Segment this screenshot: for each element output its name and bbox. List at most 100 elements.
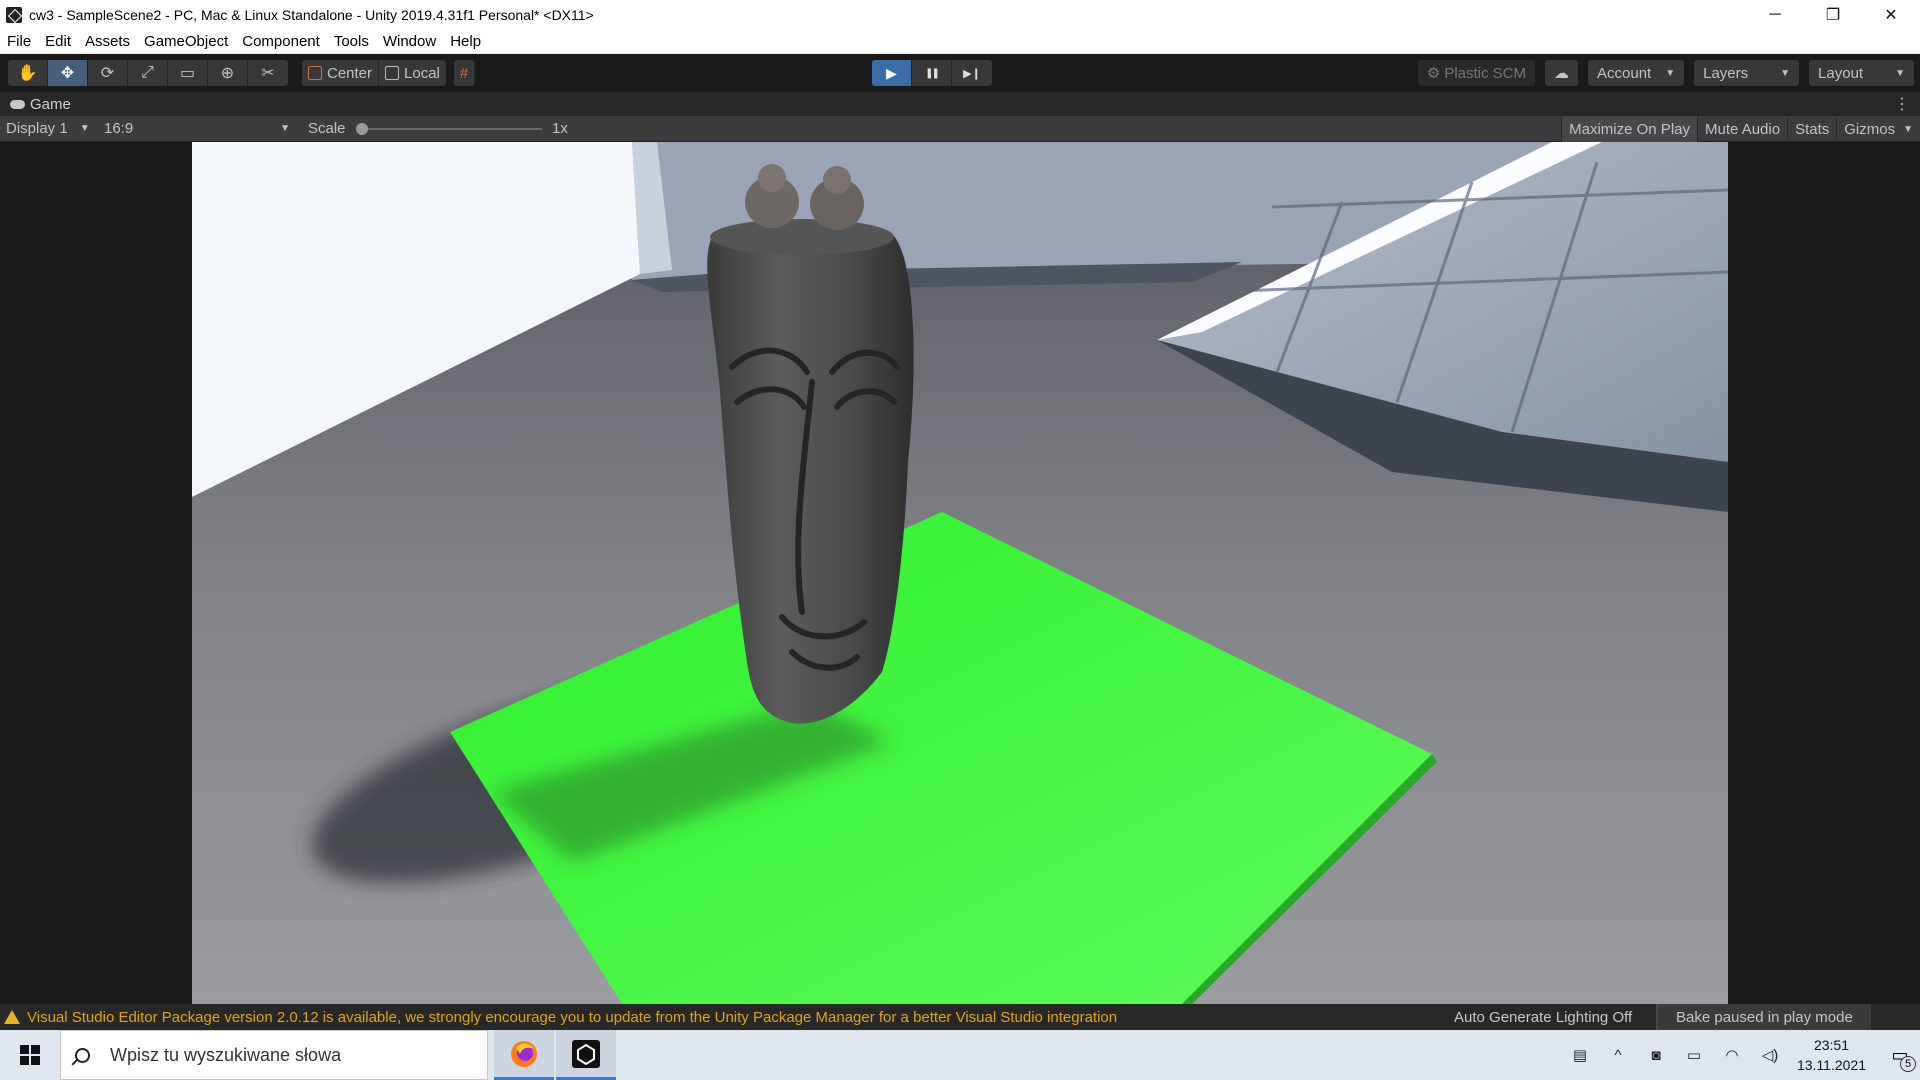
pivot-tools: Center Local #: [302, 60, 476, 86]
play-controls: ▶ ❚❚ ▶❙: [872, 60, 992, 86]
layout-dropdown[interactable]: Layout ▼: [1809, 60, 1914, 86]
search-icon: [75, 1047, 90, 1063]
tab-menu-icon[interactable]: ⋮: [1894, 94, 1910, 114]
display-label: Display 1: [6, 120, 68, 137]
game-view-options: Maximize On Play Mute Audio Stats Gizmos…: [1561, 116, 1920, 142]
toolbar-right: ⚙ Plastic SCM ☁ Account ▼ Layers ▼ Layout ▼: [1417, 60, 1920, 86]
scene-render: [192, 142, 1728, 1004]
transform-tool-icon: ⊕: [220, 65, 235, 82]
close-button[interactable]: ✕: [1862, 0, 1920, 29]
taskbar-firefox[interactable]: [494, 1030, 554, 1080]
layout-label: Layout: [1818, 64, 1864, 82]
search-placeholder: Wpisz tu wyszukiwane słowa: [110, 1044, 342, 1065]
stats-toggle[interactable]: Stats: [1787, 116, 1836, 142]
aspect-dropdown[interactable]: 16:9 ▼: [98, 116, 296, 142]
custom-tool-button[interactable]: ✂: [248, 60, 288, 86]
account-label: Account: [1597, 64, 1652, 82]
clock-date: 13.11.2021: [1796, 1057, 1866, 1073]
chevron-down-icon: ▼: [1895, 67, 1905, 79]
menu-edit[interactable]: Edit: [38, 33, 78, 50]
notification-center-button[interactable]: ▭ 5: [1880, 1030, 1920, 1080]
pivot-local-button[interactable]: Local: [379, 60, 446, 86]
game-viewport[interactable]: [192, 142, 1728, 1004]
system-tray: ▤ ^ ◙ ▭ ◠ ◁) 23:51 13.11.2021 ▭ 5: [1561, 1030, 1920, 1080]
gizmos-label: Gizmos: [1844, 120, 1896, 138]
main-toolbar: ✋ ✥ ⟳ ⤢ ▭ ⊕ ✂ Center Local # ▶ ❚❚ ▶❙ ⚙ P…: [0, 54, 1920, 92]
chevron-down-icon: ▼: [79, 123, 90, 134]
hand-tool-icon: ✋: [17, 65, 38, 82]
battery-icon[interactable]: ▭: [1683, 1047, 1705, 1064]
restore-button[interactable]: ❐: [1804, 0, 1862, 29]
warning-icon: [4, 1010, 20, 1024]
taskbar-clock[interactable]: 23:51 13.11.2021: [1797, 1035, 1866, 1075]
grid-icon: #: [459, 64, 469, 82]
scale-label: Scale: [308, 120, 346, 137]
console-warning[interactable]: Visual Studio Editor Package version 2.0…: [27, 1009, 1117, 1026]
window-controls: ─ ❐ ✕: [1746, 0, 1920, 29]
lighting-status: Auto Generate Lighting Off: [1454, 1008, 1633, 1026]
maximize-on-play-toggle[interactable]: Maximize On Play: [1561, 116, 1697, 142]
menu-assets[interactable]: Assets: [78, 33, 137, 50]
step-button[interactable]: ▶❙: [952, 60, 992, 86]
wifi-icon[interactable]: ◠: [1721, 1047, 1743, 1064]
mute-audio-toggle[interactable]: Mute Audio: [1697, 116, 1787, 142]
transform-tool-button[interactable]: ⊕: [208, 60, 248, 86]
scale-slider-track[interactable]: [362, 128, 542, 130]
menu-bar: File Edit Assets GameObject Component To…: [0, 29, 1920, 54]
minimize-button[interactable]: ─: [1746, 0, 1804, 29]
scale-tool-icon: ⤢: [141, 64, 154, 81]
maximize-on-play-label: Maximize On Play: [1569, 120, 1690, 138]
firefox-icon: [511, 1040, 537, 1067]
grid-snap-button[interactable]: #: [453, 60, 476, 86]
layers-dropdown[interactable]: Layers ▼: [1694, 60, 1800, 86]
aspect-label: 16:9: [104, 120, 134, 137]
menu-file[interactable]: File: [0, 33, 38, 50]
menu-tools[interactable]: Tools: [327, 33, 376, 50]
display-dropdown[interactable]: Display 1 ▼: [0, 116, 98, 142]
game-view-toolbar: Display 1 ▼ 16:9 ▼ Scale 1x Maximize On Pl…: [0, 116, 1920, 142]
camera-icon[interactable]: ◙: [1645, 1047, 1667, 1064]
rect-tool-button[interactable]: ▭: [168, 60, 208, 86]
bake-status-label: Bake paused in play mode: [1676, 1008, 1853, 1026]
move-tool-icon: ✥: [60, 65, 75, 82]
tab-game[interactable]: Game: [0, 96, 71, 113]
rotate-tool-icon: ⟳: [100, 65, 115, 82]
menu-component[interactable]: Component: [235, 33, 327, 50]
rotate-tool-button[interactable]: ⟳: [88, 60, 128, 86]
scale-tool-button[interactable]: ⤢: [128, 60, 168, 86]
stats-label: Stats: [1795, 120, 1830, 138]
plastic-scm-icon: ⚙: [1426, 65, 1441, 82]
layers-label: Layers: [1703, 64, 1749, 82]
play-button[interactable]: ▶: [872, 60, 912, 86]
cloud-button[interactable]: ☁: [1545, 60, 1578, 86]
taskbar-search-input[interactable]: Wpisz tu wyszukiwane słowa: [60, 1030, 488, 1080]
taskbar-unity[interactable]: [556, 1030, 616, 1080]
gizmos-dropdown[interactable]: Gizmos ▼: [1836, 116, 1920, 142]
window-title: cw3 - SampleScene2 - PC, Mac & Linux Sta…: [29, 6, 594, 23]
chevron-down-icon: ▼: [1665, 67, 1676, 79]
account-dropdown[interactable]: Account ▼: [1588, 60, 1685, 86]
chevron-up-icon[interactable]: ^: [1607, 1047, 1629, 1064]
plastic-scm-label: Plastic SCM: [1444, 64, 1526, 82]
menu-help[interactable]: Help: [443, 33, 488, 50]
pivot-center-icon: [308, 66, 322, 80]
start-button[interactable]: [0, 1030, 60, 1080]
pause-button[interactable]: ❚❚: [912, 60, 952, 86]
menu-window[interactable]: Window: [376, 33, 443, 50]
news-widget-icon[interactable]: ▤: [1569, 1047, 1591, 1064]
scale-slider-handle[interactable]: [356, 123, 368, 135]
pivot-center-button[interactable]: Center: [302, 60, 380, 86]
title-bar: cw3 - SampleScene2 - PC, Mac & Linux Sta…: [0, 0, 1920, 29]
statue-top: [710, 219, 894, 255]
cloud-icon: ☁: [1554, 65, 1569, 82]
bake-status: Bake paused in play mode: [1656, 1004, 1871, 1030]
plastic-scm-button[interactable]: ⚙ Plastic SCM: [1417, 60, 1535, 86]
volume-icon[interactable]: ◁): [1759, 1047, 1781, 1064]
custom-tool-icon: ✂: [261, 65, 275, 82]
move-tool-button[interactable]: ✥: [48, 60, 88, 86]
chevron-down-icon: ▼: [1903, 123, 1913, 135]
scale-value: 1x: [552, 120, 568, 137]
notification-count: 5: [1900, 1056, 1916, 1072]
menu-gameobject[interactable]: GameObject: [137, 33, 235, 50]
hand-tool-button[interactable]: ✋: [8, 60, 48, 86]
